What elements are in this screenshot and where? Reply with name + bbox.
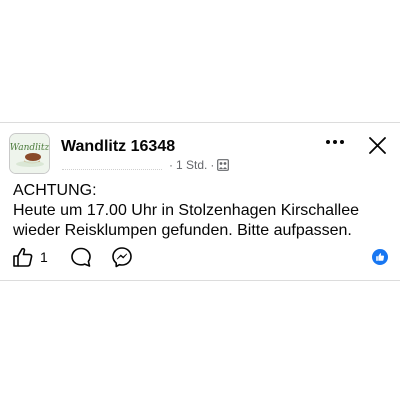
post-card: Wandlitz Wandlitz 16348 · 1 Std. · ACHTU…: [0, 122, 400, 281]
like-reaction-icon[interactable]: [372, 249, 388, 265]
group-name[interactable]: Wandlitz 16348: [61, 138, 175, 156]
post-meta: · 1 Std. ·: [62, 158, 230, 172]
more-dots-icon[interactable]: [325, 137, 345, 147]
post-time[interactable]: 1 Std.: [176, 158, 207, 172]
close-icon[interactable]: [368, 136, 387, 155]
messenger-icon[interactable]: [111, 246, 133, 268]
meta-separator: ·: [210, 158, 215, 172]
group-logo-image: Wandlitz: [10, 134, 49, 173]
author-name-redacted: [62, 161, 162, 170]
like-button[interactable]: 1: [12, 246, 48, 268]
group-avatar[interactable]: Wandlitz: [9, 133, 50, 174]
meta-separator: ·: [169, 158, 173, 172]
comment-bubble-icon[interactable]: [70, 246, 92, 268]
action-bar: 1: [0, 246, 400, 270]
post-text: ACHTUNG: Heute um 17.00 Uhr in Stolzenha…: [13, 182, 359, 239]
thumbs-up-icon: [13, 247, 33, 267]
svg-text:Wandlitz: Wandlitz: [10, 143, 49, 153]
like-count: 1: [40, 249, 48, 265]
group-privacy-icon: [217, 159, 230, 171]
